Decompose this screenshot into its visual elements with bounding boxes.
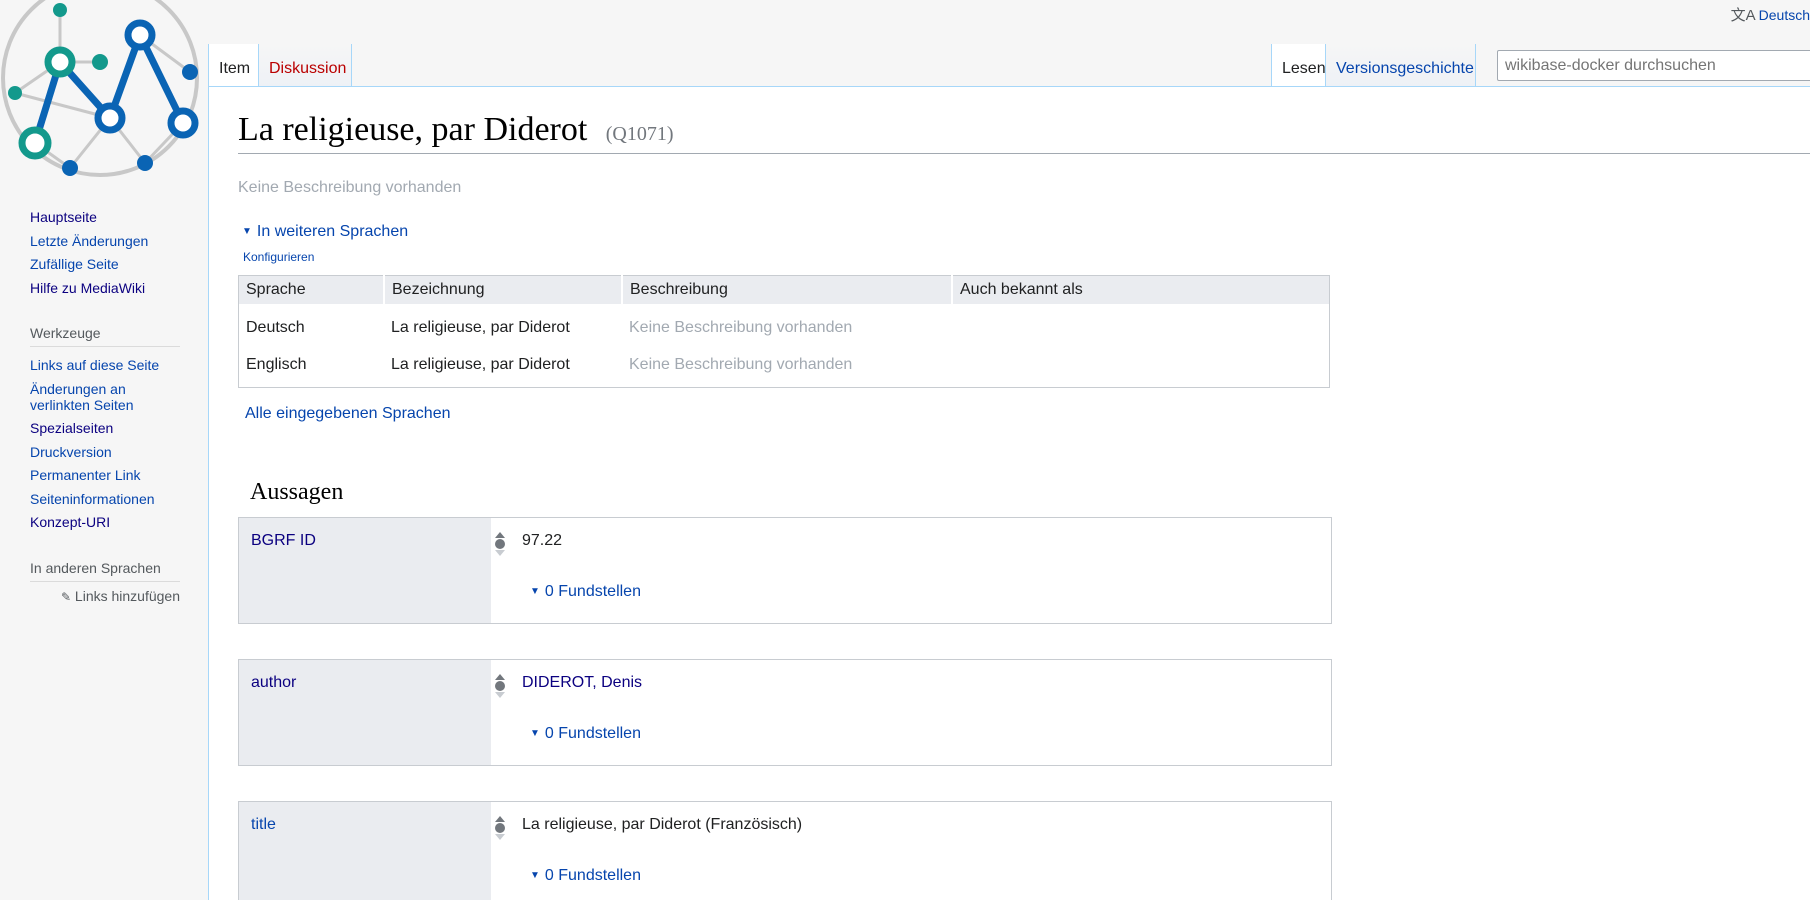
- property-link[interactable]: BGRF ID: [251, 532, 316, 549]
- statement-group: BGRF ID 97.22 ▼ 0 Fundstellen: [238, 517, 1332, 624]
- row-label: La religieuse, par Diderot: [391, 318, 570, 336]
- row-language: Englisch: [246, 355, 307, 373]
- row-language: Deutsch: [246, 318, 305, 336]
- triangle-down-icon: ▼: [530, 870, 540, 881]
- entity-id: (Q1071): [605, 123, 674, 145]
- sidebar-item-related-changes[interactable]: Änderungen an verlinkten Seiten: [30, 381, 134, 413]
- sidebar-item-help[interactable]: Hilfe zu MediaWiki: [30, 280, 145, 296]
- row-description: Keine Beschreibung vorhanden: [629, 318, 853, 336]
- wikibase-logo[interactable]: [0, 0, 200, 180]
- sidebar-item-permanent-link[interactable]: Permanenter Link: [30, 467, 141, 483]
- references-toggle[interactable]: ▼ 0 Fundstellen: [530, 583, 641, 601]
- tab-read-label: Lesen: [1282, 60, 1326, 77]
- triangle-down-icon: ▼: [530, 586, 540, 597]
- statements-heading: Aussagen: [250, 479, 344, 505]
- statement-value-area: 97.22 ▼ 0 Fundstellen: [491, 518, 1331, 623]
- language-selector[interactable]: 文A Deutsch: [1731, 4, 1810, 25]
- references-label: 0 Fundstellen: [544, 725, 641, 742]
- sidebar-item-random-page[interactable]: Zufällige Seite: [30, 256, 119, 272]
- entity-description: Keine Beschreibung vorhanden: [238, 179, 462, 196]
- statement-group: title La religieuse, par Diderot (Franzö…: [238, 801, 1332, 900]
- statement-property: title: [239, 802, 491, 900]
- tab-item[interactable]: Item: [208, 44, 259, 87]
- more-languages-toggle[interactable]: ▼ In weiteren Sprachen: [242, 223, 408, 241]
- tab-history-label: Versionsgeschichte: [1336, 60, 1474, 77]
- rank-normal-icon[interactable]: [495, 532, 505, 556]
- statement-value: La religieuse, par Diderot (Französisch): [522, 816, 803, 833]
- tab-read[interactable]: Lesen: [1271, 44, 1326, 87]
- languages-table: Sprache Bezeichnung Beschreibung Auch be…: [238, 275, 1330, 388]
- row-aliases: [952, 346, 1330, 388]
- row-aliases: [952, 304, 1330, 346]
- search-input[interactable]: [1497, 50, 1810, 81]
- tab-history[interactable]: Versionsgeschichte: [1326, 44, 1476, 87]
- tab-discussion[interactable]: Diskussion: [259, 44, 352, 87]
- table-row: Englisch La religieuse, par Diderot Kein…: [239, 346, 1330, 388]
- page: 文A Deutsch Hauptseite Letzte Änderungen Z…: [0, 0, 1810, 900]
- statement-value: 97.22: [522, 532, 563, 549]
- more-languages-label: In weiteren Sprachen: [256, 223, 409, 240]
- rank-normal-icon[interactable]: [495, 674, 505, 698]
- sidebar-item-main-page[interactable]: Hauptseite: [30, 209, 97, 225]
- statement-value-link[interactable]: DIDEROT, Denis: [522, 674, 642, 692]
- property-link[interactable]: author: [251, 674, 296, 691]
- column-header-aliases: Auch bekannt als: [952, 275, 1330, 304]
- tab-item-label: Item: [219, 60, 251, 77]
- add-links-label: Links hinzufügen: [74, 587, 180, 604]
- tools-portal: Werkzeuge Links auf diese Seite Änderung…: [30, 325, 207, 534]
- language-label: Deutsch: [1758, 7, 1810, 23]
- table-row: Deutsch La religieuse, par Diderot Keine…: [239, 304, 1330, 346]
- entity-label: La religieuse, par Diderot: [238, 111, 588, 148]
- add-links-button[interactable]: ✎ Links hinzufügen: [30, 588, 180, 604]
- references-label: 0 Fundstellen: [544, 583, 641, 600]
- row-description: Keine Beschreibung vorhanden: [629, 355, 853, 373]
- translate-icon: 文A: [1730, 7, 1756, 24]
- statement-property: author: [239, 660, 491, 765]
- configure-link[interactable]: Konfigurieren: [243, 250, 314, 264]
- navigation-portal: Hauptseite Letzte Änderungen Zufällige S…: [30, 205, 207, 299]
- triangle-down-icon: ▼: [242, 226, 252, 237]
- column-header-description: Beschreibung: [622, 275, 953, 304]
- sidebar-item-print-version[interactable]: Druckversion: [30, 444, 112, 460]
- references-toggle[interactable]: ▼ 0 Fundstellen: [530, 725, 641, 743]
- sidebar-item-what-links-here[interactable]: Links auf diese Seite: [30, 357, 159, 373]
- all-languages-link[interactable]: Alle eingegebenen Sprachen: [245, 405, 451, 423]
- statement-group: author DIDEROT, Denis ▼ 0 Fundstellen: [238, 659, 1332, 766]
- references-label: 0 Fundstellen: [544, 867, 641, 884]
- statement-value-area: La religieuse, par Diderot (Französisch)…: [491, 802, 1331, 900]
- triangle-down-icon: ▼: [530, 728, 540, 739]
- tools-heading: Werkzeuge: [30, 325, 180, 347]
- languages-portal: In anderen Sprachen ✎ Links hinzufügen: [30, 560, 207, 604]
- property-link[interactable]: title: [251, 816, 276, 833]
- sidebar: Hauptseite Letzte Änderungen Zufällige S…: [0, 205, 207, 630]
- page-title: La religieuse, par Diderot (Q1071): [238, 111, 1810, 154]
- references-toggle[interactable]: ▼ 0 Fundstellen: [530, 867, 641, 885]
- rank-normal-icon[interactable]: [495, 816, 505, 840]
- sidebar-item-page-info[interactable]: Seiteninformationen: [30, 491, 155, 507]
- row-label: La religieuse, par Diderot: [391, 355, 570, 373]
- sidebar-item-special-pages[interactable]: Spezialseiten: [30, 420, 113, 436]
- pencil-icon: ✎: [60, 589, 72, 604]
- languages-heading: In anderen Sprachen: [30, 560, 180, 582]
- statement-value-area: DIDEROT, Denis ▼ 0 Fundstellen: [491, 660, 1331, 765]
- sidebar-item-recent-changes[interactable]: Letzte Änderungen: [30, 233, 148, 249]
- statement-property: BGRF ID: [239, 518, 491, 623]
- sidebar-item-concept-uri[interactable]: Konzept-URI: [30, 514, 110, 530]
- main-content: La religieuse, par Diderot (Q1071) Keine…: [208, 87, 1810, 900]
- column-header-language: Sprache: [238, 275, 385, 304]
- column-header-label: Bezeichnung: [384, 275, 623, 304]
- tab-discussion-label: Diskussion: [269, 60, 347, 77]
